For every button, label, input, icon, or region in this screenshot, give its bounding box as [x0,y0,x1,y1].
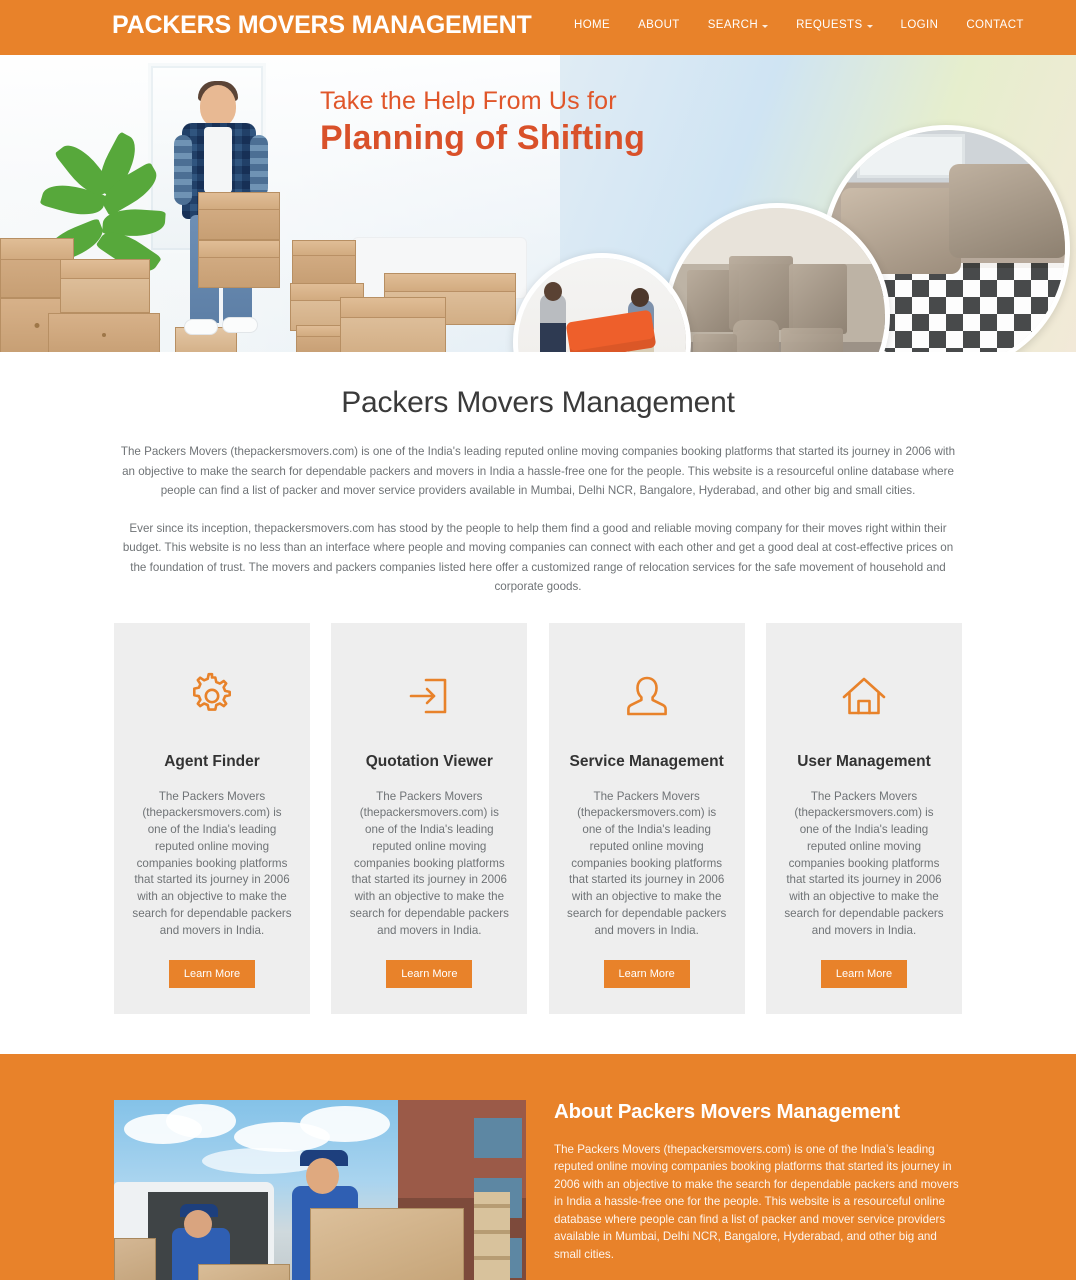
nav-label: LOGIN [900,19,939,31]
card-title: Quotation Viewer [365,752,493,770]
gear-icon [132,667,292,725]
learn-more-button[interactable]: Learn More [168,959,256,988]
card-title: User Management [797,752,931,770]
hero-box [292,240,356,284]
chevron-down-icon [762,24,769,28]
learn-more-button[interactable]: Learn More [386,959,473,988]
feature-card-agent-finder[interactable]: Agent Finder The Packers Movers (thepack… [114,622,310,1014]
card-title: Agent Finder [164,752,260,770]
hero-banner: Take the Help From Us for Planning of Sh… [0,55,1076,352]
feature-card-user-management[interactable]: User Management The Packers Movers (thep… [765,622,962,1014]
learn-more-button[interactable]: Learn More [820,959,908,988]
user-icon [567,667,727,725]
feature-card-quotation-viewer[interactable]: Quotation Viewer The Packers Movers (the… [331,622,528,1014]
site-logo[interactable]: PACKERS MOVERS MANAGEMENT [112,11,532,40]
main-navigation: HOME ABOUT SEARCH REQUESTS LOGIN CONTACT [560,19,1038,31]
nav-item-login[interactable]: LOGIN [887,19,953,31]
page-title: Packers Movers Management [341,386,735,419]
about-photo [114,1099,526,1280]
about-title: About Packers Movers Management [554,1099,900,1123]
hero-carried-box [198,192,280,240]
nav-item-home[interactable]: HOME [560,19,624,31]
nav-label: ABOUT [638,19,680,31]
intro-paragraph-2: Ever since its inception, thepackersmove… [122,521,954,594]
card-title: Service Management [569,752,724,770]
hero-carried-box [198,240,280,288]
nav-item-search[interactable]: SEARCH [694,19,782,31]
learn-more-button[interactable]: Learn More [603,959,690,988]
nav-item-contact[interactable]: CONTACT [952,19,1038,31]
site-header: PACKERS MOVERS MANAGEMENT HOME ABOUT SEA… [0,0,1076,55]
hero-circle-image-1 [513,253,691,352]
ladder-decoration [474,1191,510,1280]
login-enter-icon [349,667,509,725]
feature-cards: Agent Finder The Packers Movers (thepack… [114,622,962,1014]
card-description: The Packers Movers (thepackersmovers.com… [349,789,509,937]
hero-headline-line2: Planning of Shifting [320,119,646,157]
hero-box [340,297,446,352]
nav-label: HOME [574,19,611,31]
hero-headline-line1: Take the Help From Us for [320,87,617,115]
hero-circle-image-2 [664,203,890,352]
feature-card-service-management[interactable]: Service Management The Packers Movers (t… [548,622,745,1014]
home-icon [784,667,944,725]
card-description: The Packers Movers (thepackersmovers.com… [567,789,727,937]
hero-headline: Take the Help From Us for Planning of Sh… [320,87,645,158]
nav-label: REQUESTS [796,19,863,31]
card-description: The Packers Movers (thepackersmovers.com… [132,789,292,937]
hero-box [296,325,342,352]
chevron-down-icon [866,24,873,28]
hero-box [60,259,150,313]
about-section: About Packers Movers Management The Pack… [0,1053,1076,1280]
intro-paragraph-1: The Packers Movers (thepackersmovers.com… [120,445,956,497]
nav-item-about[interactable]: ABOUT [624,19,694,31]
about-paragraph-1: The Packers Movers (thepackersmovers.com… [554,1142,959,1261]
hero-box [48,313,160,352]
nav-label: SEARCH [707,19,759,31]
nav-item-requests[interactable]: REQUESTS [782,19,886,31]
card-description: The Packers Movers (thepackersmovers.com… [784,789,944,937]
intro-section: Packers Movers Management The Packers Mo… [0,352,1076,597]
nav-label: CONTACT [966,19,1024,31]
